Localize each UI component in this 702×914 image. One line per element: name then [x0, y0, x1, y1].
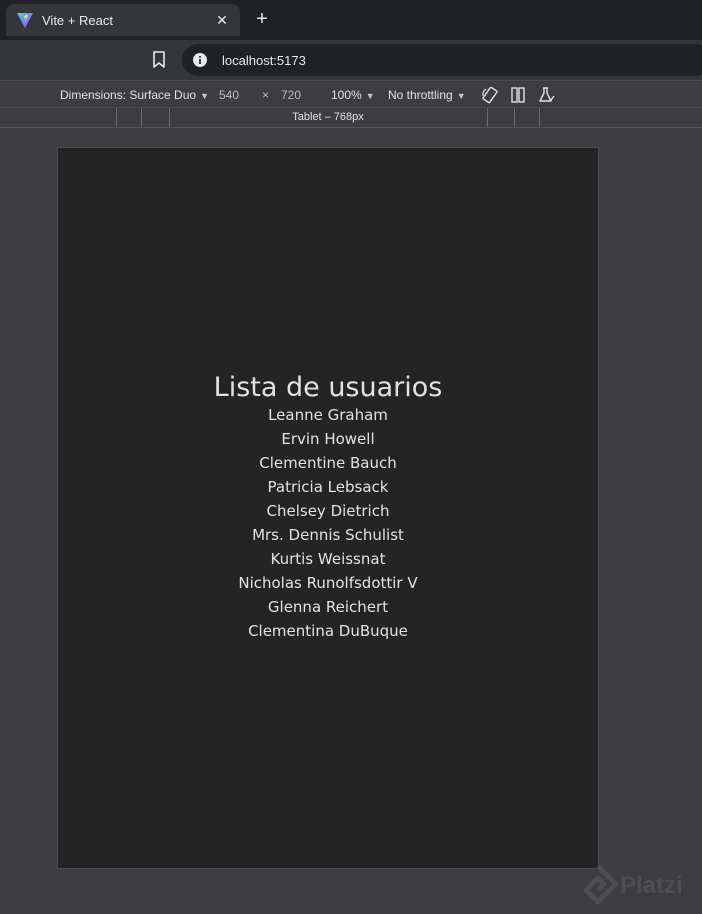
- mq-segment[interactable]: [514, 108, 515, 127]
- list-item: Mrs. Dennis Schulist: [252, 526, 404, 544]
- dual-screen-icon[interactable]: [509, 86, 527, 104]
- caret-down-icon: ▼: [456, 91, 466, 101]
- device-toolbar: Dimensions: Surface Duo ▼ 540 × 720 100% ▼…: [0, 80, 702, 108]
- caret-down-icon: ▼: [200, 91, 209, 101]
- platzi-watermark: Platzi: [576, 862, 702, 910]
- throttling-label: No throttling: [388, 88, 453, 102]
- bookmark-icon[interactable]: [150, 50, 168, 70]
- page-title: Lista de usuarios: [213, 372, 443, 403]
- dimensions-label: Dimensions: Surface Duo: [60, 88, 197, 102]
- dimensions-dropdown[interactable]: Dimensions: Surface Duo ▼: [60, 88, 209, 102]
- mq-segment[interactable]: [487, 108, 488, 127]
- info-icon[interactable]: [192, 52, 208, 68]
- mq-segment[interactable]: [116, 108, 117, 127]
- width-input[interactable]: 540: [219, 88, 239, 102]
- flask-icon[interactable]: [537, 86, 555, 104]
- url-text: localhost:5173: [222, 52, 306, 68]
- times-sign: ×: [262, 88, 270, 102]
- zoom-label: 100%: [331, 88, 362, 102]
- zoom-dropdown[interactable]: 100% ▼: [331, 88, 375, 102]
- app-root: Lista de usuarios Leanne Graham Ervin Ho…: [58, 148, 598, 868]
- user-list: Leanne Graham Ervin Howell Clementine Ba…: [238, 403, 417, 643]
- mq-segment[interactable]: [539, 108, 540, 127]
- list-item: Glenna Reichert: [267, 598, 389, 616]
- height-input[interactable]: 720: [281, 88, 301, 102]
- watermark-text: Platzi: [620, 872, 683, 899]
- list-item: Leanne Graham: [268, 406, 388, 424]
- vite-logo-icon: [16, 11, 34, 29]
- emulated-viewport: Lista de usuarios Leanne Graham Ervin Ho…: [57, 147, 599, 869]
- list-item: Patricia Lebsack: [267, 478, 389, 496]
- list-item: Ervin Howell: [281, 430, 375, 448]
- media-query-label[interactable]: Tablet – 768px: [170, 111, 486, 123]
- list-item: Clementina DuBuque: [248, 622, 408, 640]
- caret-down-icon: ▼: [365, 91, 375, 101]
- browser-tab[interactable]: Vite + React ✕: [6, 4, 240, 36]
- list-item: Kurtis Weissnat: [270, 550, 386, 568]
- close-icon[interactable]: ✕: [214, 12, 230, 29]
- browser-toolbar: localhost:5173: [0, 40, 702, 80]
- media-query-bar: Tablet – 768px: [0, 108, 702, 128]
- address-bar[interactable]: localhost:5173: [182, 44, 702, 76]
- plus-icon[interactable]: +: [252, 8, 272, 31]
- list-item: Nicholas Runolfsdottir V: [238, 574, 418, 592]
- tab-strip: Vite + React ✕ +: [0, 0, 702, 40]
- rotate-icon[interactable]: [481, 86, 499, 104]
- throttling-dropdown[interactable]: No throttling ▼: [388, 88, 466, 102]
- mq-segment[interactable]: [141, 108, 142, 127]
- list-item: Clementine Bauch: [259, 454, 397, 472]
- list-item: Chelsey Dietrich: [266, 502, 390, 520]
- tab-title: Vite + React: [42, 12, 113, 28]
